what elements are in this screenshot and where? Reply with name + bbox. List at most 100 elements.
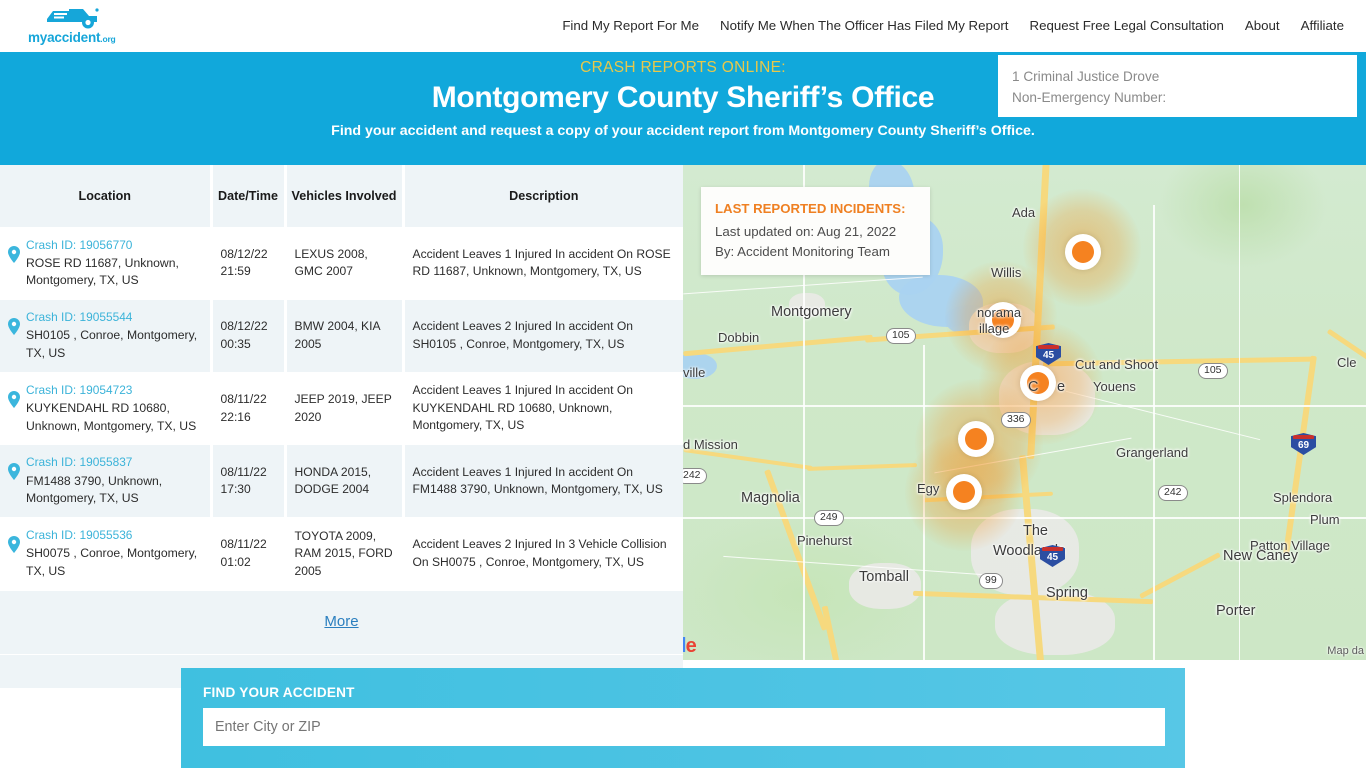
column-header-vehicles: Vehicles Involved <box>285 165 405 228</box>
crash-id-link[interactable]: Crash ID: 19054723 <box>26 382 202 399</box>
incident-marker[interactable] <box>1065 234 1101 270</box>
map-label-splendora: Splendora <box>1273 490 1333 505</box>
column-header-location: Location <box>0 165 213 228</box>
cell-location: Crash ID: 19055544 SH0105 , Conroe, Mont… <box>0 299 213 373</box>
map-pin-icon <box>8 463 20 486</box>
logo-wordmark: myaccident.org <box>28 29 116 45</box>
find-your-accident-panel: FIND YOUR ACCIDENT <box>181 668 1185 768</box>
nav-about[interactable]: About <box>1245 18 1280 33</box>
map-label-conroe-e: e <box>1057 379 1066 395</box>
info-card-title: LAST REPORTED INCIDENTS: <box>715 201 906 216</box>
google-logo: le <box>683 635 697 657</box>
incidents-map[interactable]: Ada Willis Montgomery Dobbin ville noram… <box>683 165 1366 660</box>
cell-description: Accident Leaves 2 Injured In 3 Vehicle C… <box>403 517 683 591</box>
location-address: KUYKENDAHL RD 10680, Unknown, Montgomery… <box>26 401 197 433</box>
main-nav: Find My Report For Me Notify Me When The… <box>562 18 1344 33</box>
map-label-dobbin: Dobbin <box>718 330 760 345</box>
cell-description: Accident Leaves 1 Injured In accident On… <box>403 227 683 301</box>
map-label-grangerland: Grangerland <box>1116 445 1189 460</box>
route-shield-336: 336 <box>1001 412 1031 429</box>
table-row[interactable]: Crash ID: 19055536 SH0075 , Conroe, Mont… <box>0 517 683 591</box>
cell-location: Crash ID: 19056770 ROSE RD 11687, Unknow… <box>0 227 213 301</box>
location-address: SH0075 , Conroe, Montgomery, TX, US <box>26 546 198 578</box>
cell-vehicles: TOYOTA 2009, RAM 2015, FORD 2005 <box>285 517 405 591</box>
incident-marker[interactable] <box>958 421 994 457</box>
cell-vehicles: HONDA 2015, DODGE 2004 <box>285 444 405 518</box>
city-or-zip-input[interactable] <box>203 708 1165 746</box>
map-label-new-caney: New Caney <box>1223 548 1298 564</box>
map-label-egypt: Egy <box>917 481 940 496</box>
crash-id-link[interactable]: Crash ID: 19055837 <box>26 454 202 471</box>
nav-notify-me[interactable]: Notify Me When The Officer Has Filed My … <box>720 18 1008 33</box>
more-link[interactable]: More <box>324 613 358 630</box>
location-address: SH0105 , Conroe, Montgomery, TX, US <box>26 328 198 361</box>
map-label-ada: Ada <box>1012 205 1036 220</box>
map-pin-icon <box>8 318 20 341</box>
map-label-youens: Youens <box>1093 379 1136 394</box>
table-row[interactable]: Crash ID: 19055544 SH0105 , Conroe, Mont… <box>0 299 683 373</box>
incidents-table-body: Crash ID: 19056770 ROSE RD 11687, Unknow… <box>0 227 683 656</box>
map-label-village: illage <box>979 321 1010 336</box>
top-navigation-bar: myaccident.org Find My Report For Me Not… <box>0 0 1366 52</box>
cell-datetime: 08/12/22 00:35 <box>211 299 287 373</box>
info-card-source: By: Accident Monitoring Team <box>715 243 890 259</box>
map-label-pinehurst: Pinehurst <box>797 533 852 548</box>
route-shield-242: 242 <box>683 468 707 485</box>
crash-id-link[interactable]: Crash ID: 19055536 <box>26 527 202 544</box>
table-more-row: More <box>0 590 683 656</box>
map-label-conroe-c: C <box>1028 379 1039 395</box>
map-label-the: The <box>1023 523 1048 539</box>
agency-address-line: 1 Criminal Justice Drove <box>1012 69 1160 84</box>
hero-banner: CRASH REPORTS ONLINE: Montgomery County … <box>0 52 1366 165</box>
minor-road <box>1239 165 1241 660</box>
cell-description: Accident Leaves 1 Injured In accident On… <box>403 444 683 518</box>
table-row[interactable]: Crash ID: 19056770 ROSE RD 11687, Unknow… <box>0 227 683 301</box>
nav-affiliate[interactable]: Affiliate <box>1301 18 1344 33</box>
last-reported-incidents-card: LAST REPORTED INCIDENTS: Last updated on… <box>701 187 930 275</box>
map-pin-icon <box>8 536 20 559</box>
agency-address-card: 1 Criminal Justice Drove Non-Emergency N… <box>998 55 1357 117</box>
nav-find-my-report[interactable]: Find My Report For Me <box>562 18 699 33</box>
cell-datetime: 08/12/22 21:59 <box>211 227 287 301</box>
map-pin-icon <box>8 245 20 269</box>
map-label-ville: ville <box>683 365 706 380</box>
map-label-montgomery: Montgomery <box>771 304 852 320</box>
map-label-panorama: norama <box>977 305 1022 320</box>
minor-road <box>1153 205 1155 660</box>
agency-phone-line: Non-Emergency Number: <box>1012 90 1167 106</box>
route-shield-242: 242 <box>1158 485 1188 502</box>
map-label-cut-and-shoot: Cut and Shoot <box>1075 357 1159 372</box>
map-label-cleveland: Cle <box>1337 355 1357 370</box>
nav-legal-consultation[interactable]: Request Free Legal Consultation <box>1029 18 1223 33</box>
crash-id-link[interactable]: Crash ID: 19055544 <box>26 309 202 326</box>
route-shield-105: 105 <box>886 328 916 345</box>
car-document-icon <box>43 7 101 29</box>
location-address: FM1488 3790, Unknown, Montgomery, TX, US <box>26 473 163 506</box>
map-label-magnolia: Magnolia <box>741 490 800 506</box>
cell-datetime: 08/11/22 17:30 <box>211 444 287 518</box>
cell-description: Accident Leaves 1 Injured In accident On… <box>403 372 683 446</box>
minor-road <box>683 517 1366 519</box>
find-form-title: FIND YOUR ACCIDENT <box>203 685 355 700</box>
table-row[interactable]: Crash ID: 19055837 FM1488 3790, Unknown,… <box>0 444 683 518</box>
route-shield-99: 99 <box>979 573 1003 590</box>
cell-location: Crash ID: 19054723 KUYKENDAHL RD 10680, … <box>0 372 213 446</box>
cell-vehicles: JEEP 2019, JEEP 2020 <box>285 372 405 446</box>
column-header-description: Description <box>403 165 683 228</box>
table-row[interactable]: Crash ID: 19054723 KUYKENDAHL RD 10680, … <box>0 372 683 446</box>
hero-subtitle: Find your accident and request a copy of… <box>331 123 1035 139</box>
more-cell: More <box>0 590 683 656</box>
cell-vehicles: LEXUS 2008, GMC 2007 <box>285 227 405 301</box>
incidents-table-panel: Location Date/Time Vehicles Involved Des… <box>0 165 683 689</box>
incidents-table: Location Date/Time Vehicles Involved Des… <box>0 165 683 656</box>
cell-datetime: 08/11/22 01:02 <box>211 517 287 591</box>
map-label-porter: Porter <box>1216 603 1256 619</box>
site-logo[interactable]: myaccident.org <box>28 7 208 45</box>
route-shield-105: 105 <box>1198 363 1228 380</box>
map-label-plum: Plum <box>1310 512 1340 527</box>
map-label-willis: Willis <box>991 265 1022 280</box>
crash-id-link[interactable]: Crash ID: 19056770 <box>26 237 202 254</box>
info-card-updated: Last updated on: Aug 21, 2022 <box>715 223 897 239</box>
cell-location: Crash ID: 19055536 SH0075 , Conroe, Mont… <box>0 517 213 591</box>
incident-marker[interactable] <box>946 474 982 510</box>
